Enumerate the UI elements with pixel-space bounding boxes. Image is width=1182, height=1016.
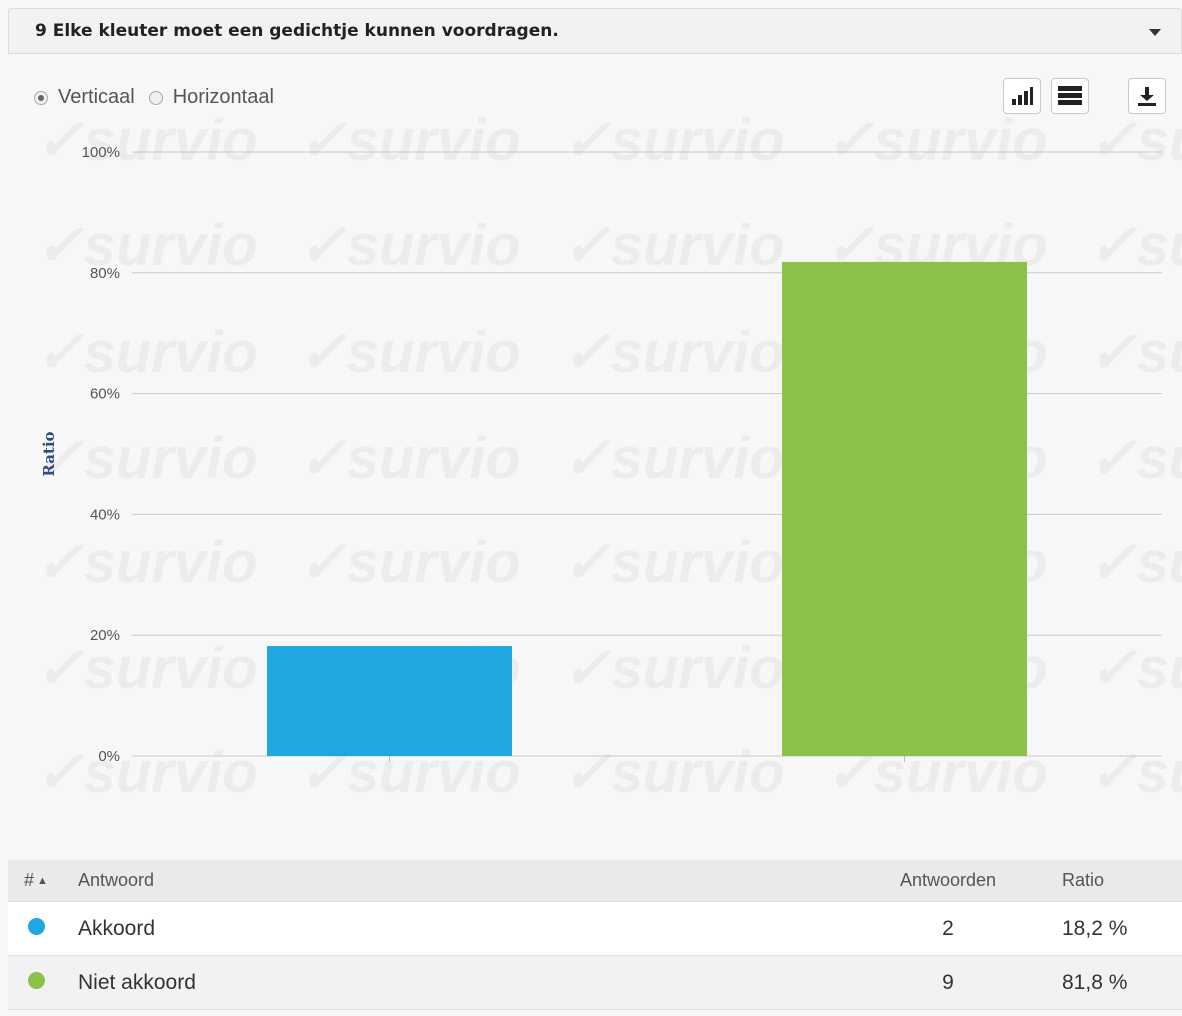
header-ratio[interactable]: Ratio	[1038, 870, 1182, 891]
y-axis-title: Ratio	[40, 431, 58, 476]
question-title: 9 Elke kleuter moet een gedichtje kunnen…	[35, 21, 559, 41]
answer-cell: Akkoord	[78, 916, 156, 940]
y-tick-label: 0%	[98, 748, 120, 765]
header-hash[interactable]: # ▲	[8, 870, 78, 891]
y-tick-label: 20%	[90, 627, 120, 644]
table-row: Akkoord 2 18,2 %	[8, 902, 1182, 956]
ratio-cell: 81,8 %	[1062, 970, 1128, 994]
results-table: # ▲ Antwoord Antwoorden Ratio Akkoord 2 1…	[8, 860, 1182, 1010]
color-dot	[28, 971, 45, 989]
radio-vertical-label[interactable]: Verticaal	[58, 86, 135, 109]
answer-cell: Niet akkoord	[78, 970, 196, 994]
header-count[interactable]: Antwoorden	[858, 870, 1038, 891]
download-icon	[1138, 87, 1156, 106]
radio-vertical[interactable]	[34, 90, 48, 105]
ratio-cell: 18,2 %	[1062, 916, 1128, 940]
header-answer[interactable]: Antwoord	[78, 870, 858, 891]
sort-asc-icon: ▲	[37, 875, 48, 887]
table-row: Niet akkoord 9 81,8 %	[8, 956, 1182, 1010]
color-dot	[28, 917, 45, 935]
orientation-toggle: Verticaal Horizontaal	[34, 86, 288, 109]
bar	[267, 646, 512, 756]
table-view-button[interactable]	[1051, 78, 1089, 114]
y-tick-label: 60%	[90, 386, 120, 403]
download-button[interactable]	[1128, 78, 1166, 114]
question-header[interactable]: 9 Elke kleuter moet een gedichtje kunnen…	[8, 8, 1182, 54]
count-cell: 2	[942, 916, 954, 940]
bar-chart-icon	[1012, 87, 1033, 105]
table-icon	[1058, 86, 1082, 105]
bar-chart-button[interactable]	[1003, 78, 1041, 114]
y-tick-label: 100%	[82, 144, 120, 161]
count-cell: 9	[942, 970, 954, 994]
bar	[782, 261, 1027, 756]
table-header: # ▲ Antwoord Antwoorden Ratio	[8, 860, 1182, 902]
bar-chart: 0% 20% 40% 60% 80% 100% Ratio	[40, 144, 1162, 765]
radio-horizontal[interactable]	[148, 90, 163, 105]
y-tick-label: 40%	[90, 506, 120, 523]
radio-horizontal-label[interactable]: Horizontaal	[173, 86, 274, 109]
y-tick-label: 80%	[90, 265, 120, 282]
chevron-down-icon[interactable]	[1149, 29, 1161, 36]
